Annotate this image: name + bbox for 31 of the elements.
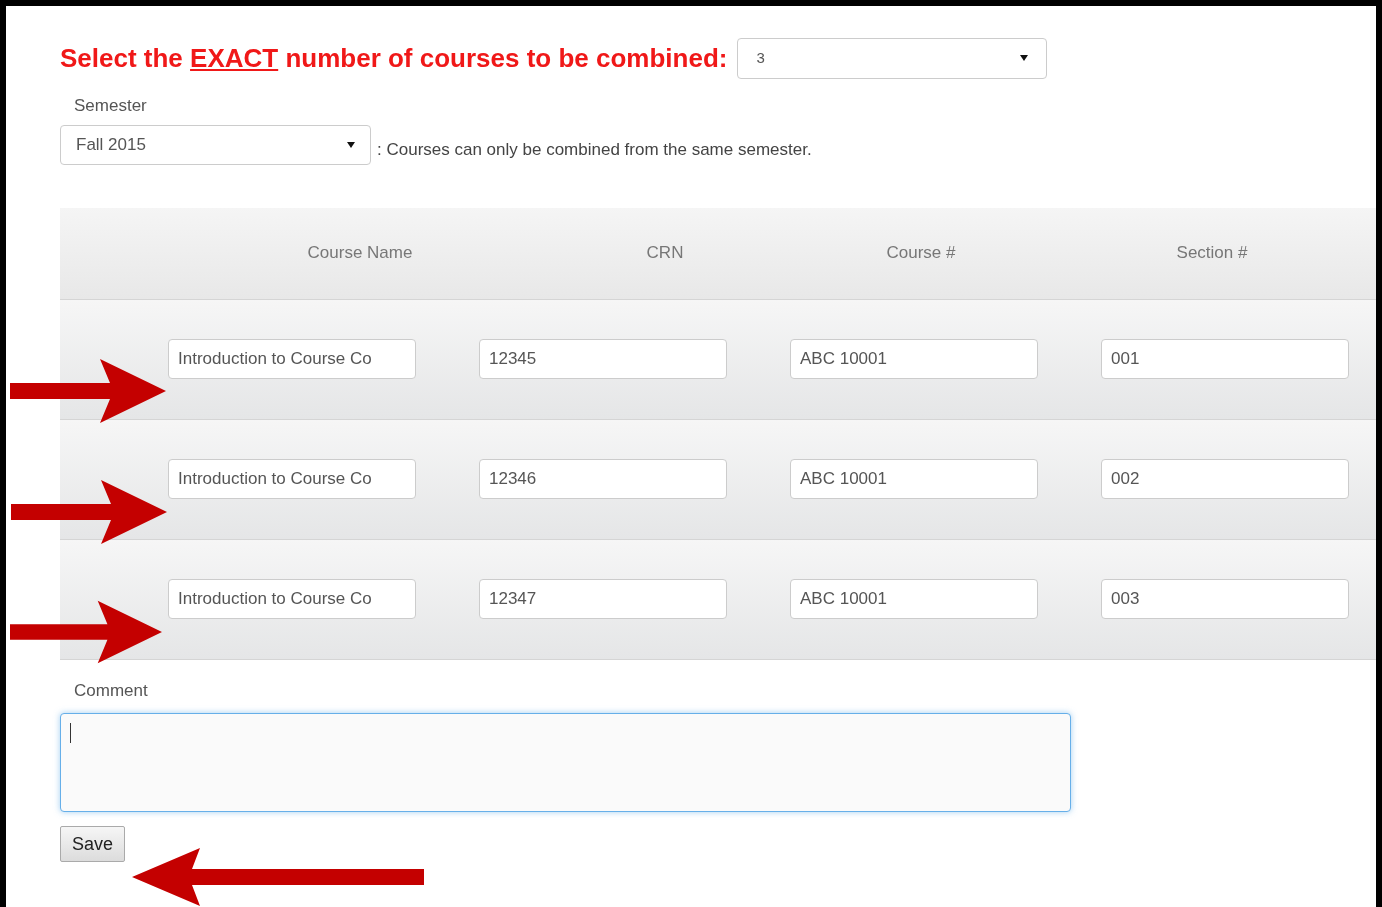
arrow-icon bbox=[10, 359, 166, 423]
semester-select[interactable]: Fall 2015 bbox=[60, 124, 371, 165]
comment-field[interactable] bbox=[60, 713, 1071, 812]
table-input-field[interactable]: 003 bbox=[1101, 579, 1349, 619]
table-input-field[interactable]: Introduction to Course Co bbox=[168, 339, 416, 379]
table-input-field[interactable]: 001 bbox=[1101, 339, 1349, 379]
column-header: Course # bbox=[886, 242, 956, 265]
table-input-field[interactable]: 12346 bbox=[479, 459, 727, 499]
count-select[interactable]: 3 bbox=[737, 37, 1048, 79]
table-input-field[interactable]: Introduction to Course Co bbox=[168, 459, 416, 499]
arrow-icon bbox=[10, 480, 168, 544]
table-input-field[interactable]: 12347 bbox=[479, 579, 727, 619]
semester-note: : Courses can only be combined from the same semester. bbox=[377, 139, 812, 161]
dropdown-caret-icon bbox=[1020, 55, 1029, 61]
column-header: Section # bbox=[1176, 242, 1248, 265]
table-input-field[interactable]: ABC 10001 bbox=[790, 579, 1038, 619]
table-input-field[interactable]: 002 bbox=[1101, 459, 1349, 499]
column-header: Course Name bbox=[307, 242, 413, 265]
table-input-field[interactable]: ABC 10001 bbox=[790, 459, 1038, 499]
arrow-icon bbox=[10, 600, 162, 664]
arrow-icon bbox=[132, 848, 424, 906]
save-button[interactable]: Save bbox=[60, 826, 126, 862]
column-header: CRN bbox=[646, 242, 684, 265]
semester-label: Semester bbox=[74, 95, 148, 117]
table-input-field[interactable]: 12345 bbox=[479, 339, 727, 379]
heading: Select the EXACT number of courses to be combined: bbox=[60, 41, 728, 75]
comment-label: Comment bbox=[74, 679, 149, 702]
table-input-field[interactable]: Introduction to Course Co bbox=[168, 579, 416, 619]
table-input-field[interactable]: ABC 10001 bbox=[790, 339, 1038, 379]
dropdown-caret-icon bbox=[347, 141, 355, 148]
text-cursor bbox=[70, 723, 71, 743]
